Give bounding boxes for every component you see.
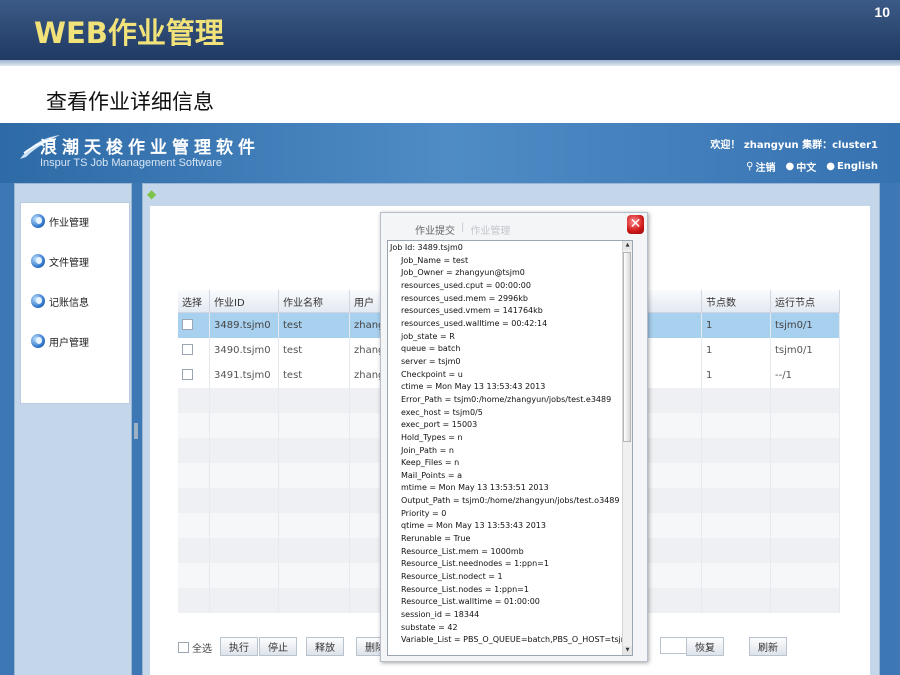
- sidebar-item-file-management[interactable]: 文件管理: [31, 251, 89, 271]
- stop-button[interactable]: 停止: [259, 637, 297, 656]
- panel-splitter[interactable]: [134, 423, 138, 439]
- globe-icon: [31, 294, 45, 308]
- detail-line: Join_Path = n: [401, 445, 454, 455]
- resume-button[interactable]: 恢复: [686, 637, 724, 656]
- app-banner: 浪潮天梭作业管理软件 Inspur TS Job Management Soft…: [0, 123, 900, 183]
- detail-line: qtime = Mon May 13 13:53:43 2013: [401, 521, 546, 531]
- detail-line: Output_Path = tsjm0:/home/zhangyun/jobs/…: [401, 496, 620, 506]
- detail-line: Variable_List = PBS_O_QUEUE=batch,PBS_O_…: [401, 635, 633, 645]
- detail-line: Keep_Files = n: [401, 458, 460, 468]
- detail-line: resources_used.cput = 00:00:00: [401, 280, 531, 290]
- dialog-tabs: 作业提交 | 作业管理: [415, 222, 510, 237]
- nodes-cell: 1: [701, 312, 771, 338]
- english-link[interactable]: ● English: [826, 159, 878, 174]
- detail-line: Priority = 0: [401, 508, 447, 518]
- vertical-scrollbar[interactable]: ▲ ▼: [622, 241, 632, 655]
- globe-icon: [31, 334, 45, 348]
- scroll-down-icon[interactable]: ▼: [623, 646, 632, 655]
- detail-line: Hold_Types = n: [401, 432, 463, 442]
- nodes-cell: 1: [701, 363, 771, 388]
- speech-bubble-icon: ●: [826, 161, 835, 172]
- row-checkbox[interactable]: [182, 343, 193, 355]
- detail-line: job_state = R: [401, 331, 455, 341]
- column-header[interactable]: 节点数: [701, 290, 771, 313]
- globe-icon: [31, 214, 45, 228]
- header-divider: [0, 60, 900, 66]
- detail-line: Job Id: 3489.tsjm0: [390, 243, 463, 252]
- sidebar-item-job-management[interactable]: 作业管理: [31, 211, 89, 231]
- detail-line: resources_used.walltime = 00:42:14: [401, 318, 548, 328]
- detail-line: Mail_Points = a: [401, 470, 462, 480]
- job-name-cell: test: [278, 312, 350, 338]
- run-node-cell: tsjm0/1: [770, 338, 840, 363]
- slide-title: WEB作业管理: [34, 16, 224, 50]
- detail-line: exec_port = 15003: [401, 420, 478, 430]
- detail-line: queue = batch: [401, 344, 461, 354]
- detail-line: resources_used.vmem = 141764kb: [401, 306, 543, 316]
- detail-line: Job_Owner = zhangyun@tsjm0: [401, 268, 525, 278]
- left-panel: 作业管理 文件管理 记账信息 用户管理: [14, 183, 132, 675]
- refresh-button[interactable]: 刷新: [749, 637, 787, 656]
- detail-line: Job_Name = test: [401, 255, 469, 265]
- run-button[interactable]: 执行: [220, 637, 258, 656]
- detail-line: Resource_List.nodect = 1: [401, 572, 503, 582]
- sidebar-nav: 作业管理 文件管理 记账信息 用户管理: [20, 202, 130, 404]
- row-checkbox[interactable]: [182, 318, 193, 330]
- tab-separator: |: [461, 222, 465, 233]
- key-icon: ⚲: [746, 161, 754, 172]
- job-name-cell: test: [278, 338, 350, 363]
- chinese-link[interactable]: ● 中文: [785, 159, 816, 174]
- job-name-cell: test: [278, 363, 350, 388]
- collapse-arrow-icon[interactable]: ◆: [147, 187, 156, 201]
- slide-header: WEB作业管理 10: [0, 0, 900, 60]
- slide-subtitle: 查看作业详细信息: [46, 90, 214, 114]
- column-header[interactable]: 运行节点: [770, 290, 840, 313]
- job-detail-dialog: 作业提交 | 作业管理 ✕ Job Id: 3489.tsjm0 Job_Name…: [380, 212, 648, 662]
- nodes-cell: 1: [701, 338, 771, 363]
- detail-line: Checkpoint = u: [401, 369, 463, 379]
- detail-line: Rerunable = True: [401, 534, 471, 544]
- job-id-cell: 3489.tsjm0: [209, 312, 279, 338]
- tab-job-manage[interactable]: 作业管理: [470, 222, 510, 237]
- scroll-thumb[interactable]: [623, 252, 631, 442]
- detail-line: resources_used.mem = 2996kb: [401, 293, 528, 303]
- tab-job-submit[interactable]: 作业提交: [415, 222, 455, 237]
- logout-link[interactable]: ⚲ 注销: [746, 159, 775, 174]
- run-node-cell: --/1: [770, 363, 840, 388]
- scroll-up-icon[interactable]: ▲: [623, 241, 632, 250]
- column-header[interactable]: 选择: [178, 290, 210, 313]
- detail-line: mtime = Mon May 13 13:53:51 2013: [401, 483, 549, 493]
- close-icon[interactable]: ✕: [627, 215, 644, 234]
- top-links: ⚲ 注销 ● 中文 ● English: [746, 159, 878, 174]
- page-number: 10: [874, 4, 890, 20]
- detail-line: session_id = 18344: [401, 610, 480, 620]
- detail-line: ctime = Mon May 13 13:53:43 2013: [401, 382, 546, 392]
- welcome-text: 欢迎！ zhangyun 集群：cluster1: [710, 140, 878, 151]
- detail-line: Error_Path = tsjm0:/home/zhangyun/jobs/t…: [401, 394, 612, 404]
- column-header[interactable]: 作业名称: [278, 290, 350, 313]
- sidebar-item-user-management[interactable]: 用户管理: [31, 331, 89, 351]
- detail-line: server = tsjm0: [401, 356, 461, 366]
- run-node-cell: tsjm0/1: [770, 312, 840, 338]
- app-title: 浪潮天梭作业管理软件: [40, 138, 260, 158]
- job-detail-textarea[interactable]: Job Id: 3489.tsjm0 Job_Name = test Job_Own…: [387, 240, 633, 656]
- sidebar-item-accounting[interactable]: 记账信息: [31, 291, 89, 311]
- job-detail-lines: Job Id: 3489.tsjm0 Job_Name = test Job_Own…: [390, 242, 633, 647]
- detail-line: Resource_List.mem = 1000mb: [401, 546, 524, 556]
- app-subtitle: Inspur TS Job Management Software: [40, 157, 223, 169]
- speech-bubble-icon: ●: [785, 161, 795, 172]
- job-id-cell: 3491.tsjm0: [209, 363, 279, 388]
- detail-line: Resource_List.nodes = 1:ppn=1: [401, 584, 529, 594]
- release-button[interactable]: 释放: [306, 637, 344, 656]
- select-all-checkbox[interactable]: [178, 642, 189, 653]
- detail-line: Resource_List.walltime = 01:00:00: [401, 597, 540, 607]
- detail-line: exec_host = tsjm0/5: [401, 407, 483, 417]
- select-all-label: 全选: [192, 644, 212, 655]
- row-checkbox[interactable]: [182, 368, 193, 380]
- globe-icon: [31, 254, 45, 268]
- column-header[interactable]: 作业ID: [209, 290, 279, 313]
- detail-line: substate = 42: [401, 622, 458, 632]
- job-id-cell: 3490.tsjm0: [209, 338, 279, 363]
- detail-line: Resource_List.neednodes = 1:ppn=1: [401, 559, 549, 569]
